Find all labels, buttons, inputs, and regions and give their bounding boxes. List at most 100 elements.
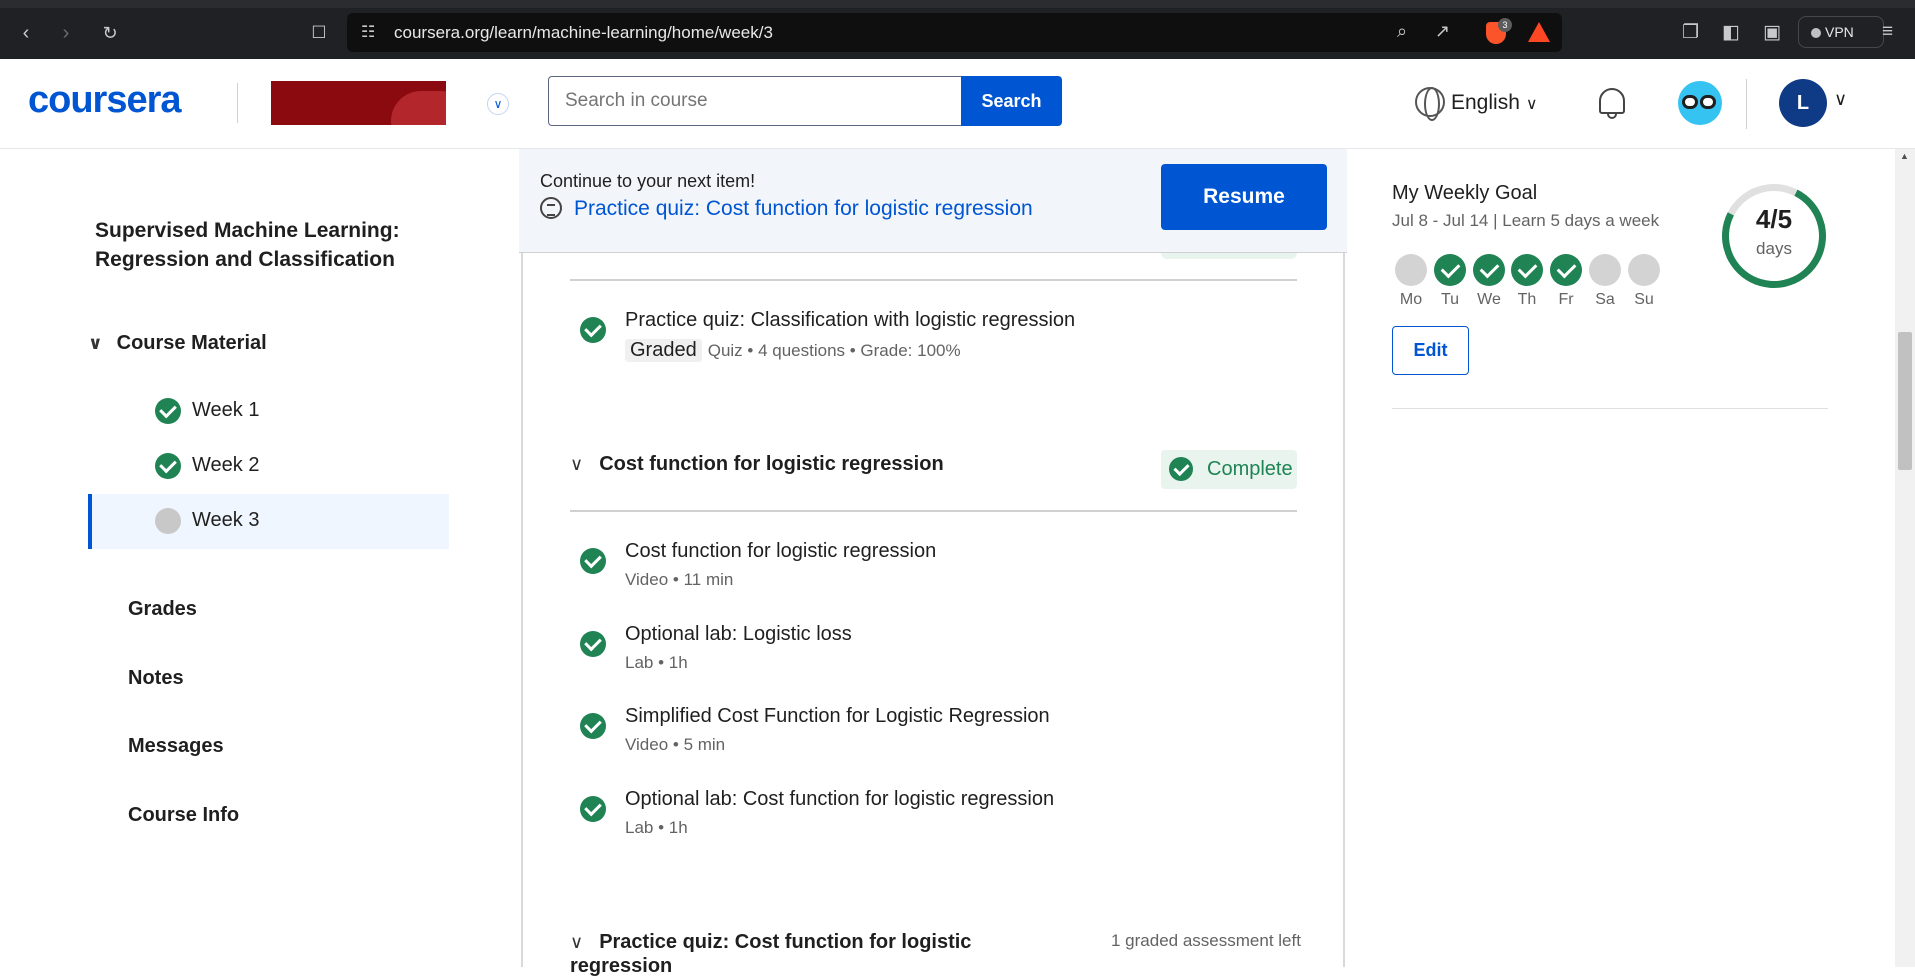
goal-day-sa: Sa <box>1589 254 1621 309</box>
section-title: Practice quiz: Cost function for logisti… <box>570 931 972 977</box>
sidebar-item-course-info[interactable]: Course Info <box>128 804 239 827</box>
menu-icon[interactable]: ≡ <box>1882 21 1893 43</box>
resume-button[interactable]: Resume <box>1161 164 1327 230</box>
item-title[interactable]: Optional lab: Cost function for logistic… <box>625 788 1054 811</box>
quiz-icon <box>540 197 562 219</box>
list-item[interactable]: Optional lab: Logistic loss Lab • 1h <box>580 623 1280 683</box>
section-header[interactable]: ∨ Cost function for logistic regression <box>570 453 944 476</box>
partner-logo-banner[interactable] <box>271 81 446 125</box>
goal-progress-unit: days <box>1756 239 1792 258</box>
completed-check-icon <box>580 713 606 739</box>
scroll-up-arrow-icon[interactable]: ▲ <box>1900 151 1909 161</box>
reload-icon[interactable]: ↻ <box>97 20 123 46</box>
site-header: coursera ∨ Search English ∨ L ∨ <box>0 59 1915 149</box>
day-check-icon <box>1511 254 1543 286</box>
sidebar-item-messages[interactable]: Messages <box>128 735 224 758</box>
goal-day-tu: Tu <box>1434 254 1466 309</box>
language-selector[interactable]: English ∨ <box>1415 87 1538 121</box>
item-title[interactable]: Cost function for logistic regression <box>625 540 936 563</box>
weekly-goal-title: My Weekly Goal <box>1392 182 1538 204</box>
completed-check-icon <box>1169 457 1193 481</box>
goal-day-su: Su <box>1628 254 1660 309</box>
extensions-icon[interactable]: ❐ <box>1682 21 1699 44</box>
address-bar[interactable]: ☷ coursera.org/learn/machine-learning/ho… <box>347 13 1562 52</box>
next-item-link[interactable]: Practice quiz: Cost function for logisti… <box>540 197 1033 221</box>
goal-progress-text: 4/5 days <box>1722 184 1826 259</box>
language-label: English <box>1451 91 1520 114</box>
next-item-title[interactable]: Practice quiz: Cost function for logisti… <box>574 197 1033 220</box>
vpn-label: VPN <box>1825 24 1854 40</box>
share-icon[interactable]: ↗ <box>1435 21 1450 42</box>
sidebar-item-week-3[interactable]: Week 3 <box>88 494 449 549</box>
day-label: Tu <box>1440 291 1460 308</box>
week-label: Week 2 <box>192 454 260 476</box>
item-meta: Lab • 1h <box>625 653 688 672</box>
sidebar-item-notes[interactable]: Notes <box>128 667 184 690</box>
sidebar-item-grades[interactable]: Grades <box>128 598 197 621</box>
page-scrollbar[interactable]: ▲ <box>1895 149 1915 967</box>
scrollbar-thumb[interactable] <box>1898 332 1912 470</box>
item-meta: Video • 11 min <box>625 570 734 589</box>
forward-icon[interactable]: › <box>53 20 79 46</box>
avatar[interactable]: L <box>1779 79 1827 127</box>
vpn-button[interactable]: VPN <box>1798 16 1884 48</box>
day-check-icon <box>1434 254 1466 286</box>
day-check-icon <box>1550 254 1582 286</box>
list-item[interactable]: Practice quiz: Classification with logis… <box>580 309 1280 369</box>
item-title[interactable]: Optional lab: Logistic loss <box>625 623 852 646</box>
notifications-bell-icon[interactable] <box>1597 86 1627 120</box>
sidebar-item-week-1[interactable]: Week 1 <box>88 384 449 439</box>
week-label: Week 1 <box>192 399 260 421</box>
course-switcher-chevron-icon[interactable]: ∨ <box>487 93 509 115</box>
sidebar-item-week-2[interactable]: Week 2 <box>88 439 449 494</box>
week-label: Week 3 <box>192 509 260 531</box>
url-text[interactable]: coursera.org/learn/machine-learning/home… <box>394 23 773 43</box>
list-item[interactable]: Cost function for logistic regression Vi… <box>580 540 1280 600</box>
item-title[interactable]: Simplified Cost Function for Logistic Re… <box>625 705 1050 728</box>
day-label: Su <box>1634 291 1654 308</box>
graded-badge: Graded <box>625 339 702 362</box>
bookmark-icon[interactable]: ☐ <box>306 20 332 46</box>
zoom-icon[interactable]: ⌕ <box>1397 21 1407 42</box>
search-input[interactable] <box>548 76 962 126</box>
list-item[interactable]: Simplified Cost Function for Logistic Re… <box>580 705 1280 765</box>
completed-check-icon <box>155 398 181 424</box>
chevron-down-icon: ∨ <box>570 932 584 952</box>
resume-prompt: Continue to your next item! <box>540 171 756 191</box>
shields-count-badge: 3 <box>1498 18 1512 32</box>
coach-assistant-icon[interactable] <box>1678 81 1722 125</box>
site-settings-icon[interactable]: ☷ <box>361 22 375 42</box>
day-label: We <box>1477 291 1501 308</box>
course-material-label: Course Material <box>116 332 267 354</box>
browser-toolbar: ‹ › ↻ ☐ ☷ coursera.org/learn/machine-lea… <box>0 0 1915 59</box>
edit-goal-button[interactable]: Edit <box>1392 326 1469 375</box>
completed-check-icon <box>580 548 606 574</box>
rewards-icon[interactable] <box>1528 22 1550 42</box>
day-label: Sa <box>1595 291 1615 308</box>
weekly-goal-subtitle: Jul 8 - Jul 14 | Learn 5 days a week <box>1392 211 1660 230</box>
course-title[interactable]: Supervised Machine Learning: Regression … <box>95 216 415 274</box>
sidebar-toggle-icon[interactable]: ◧ <box>1722 21 1740 44</box>
coursera-logo[interactable]: coursera <box>28 79 182 122</box>
search-button[interactable]: Search <box>961 76 1062 126</box>
graded-assessment-note: 1 graded assessment left <box>1111 931 1301 950</box>
item-meta: Graded Quiz • 4 questions • Grade: 100% <box>625 339 961 362</box>
divider <box>570 279 1297 281</box>
section-header[interactable]: ∨ Practice quiz: Cost function for logist… <box>570 930 1000 978</box>
day-label: Mo <box>1399 291 1423 308</box>
back-icon[interactable]: ‹ <box>13 20 39 46</box>
goal-day-th: Th <box>1511 254 1543 309</box>
status-badge <box>1161 253 1297 259</box>
status-label: Complete <box>1207 458 1293 480</box>
item-meta: Lab • 1h <box>625 818 688 837</box>
day-label: Th <box>1517 291 1537 308</box>
completed-check-icon <box>580 317 606 343</box>
list-item[interactable]: Optional lab: Cost function for logistic… <box>580 788 1280 848</box>
item-title[interactable]: Practice quiz: Classification with logis… <box>625 309 1075 332</box>
globe-icon <box>1415 87 1445 121</box>
account-menu-chevron-icon[interactable]: ∨ <box>1834 89 1847 110</box>
course-material-toggle[interactable]: ∨ Course Material <box>88 332 267 355</box>
chevron-down-icon: ∨ <box>88 333 103 353</box>
wallet-icon[interactable]: ▣ <box>1763 21 1781 44</box>
day-status-icon <box>1395 254 1427 286</box>
